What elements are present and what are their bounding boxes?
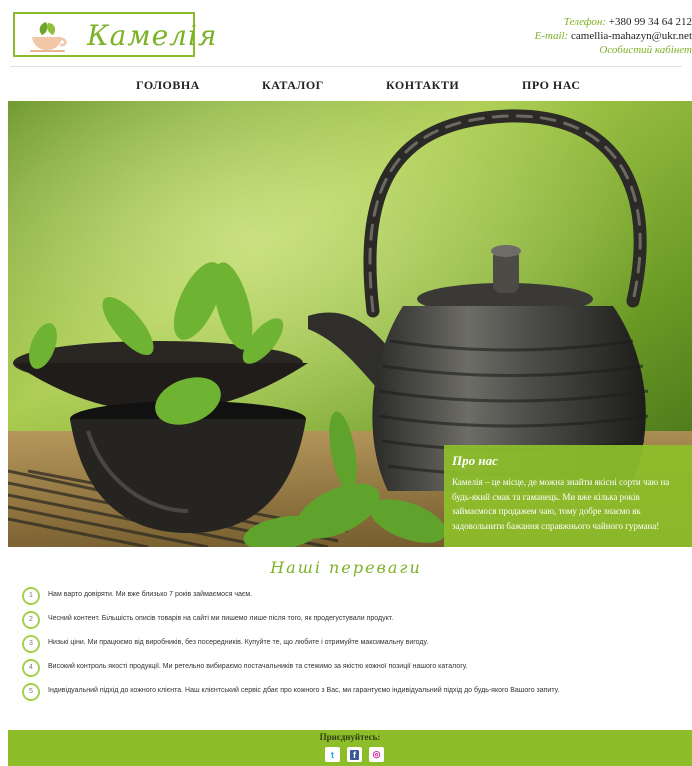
twitter-icon[interactable]: t bbox=[325, 747, 340, 762]
hero-banner: Про нас Камелія – це місце, де можна зна… bbox=[8, 101, 692, 547]
logo-text: Камелія bbox=[87, 19, 218, 52]
advantages-title: Наші переваги bbox=[270, 558, 422, 577]
about-us-title: Про нас bbox=[452, 453, 498, 468]
about-us-text: Камелія – це місце, де можна знайти якіс… bbox=[452, 477, 670, 531]
facebook-glyph: f bbox=[350, 749, 359, 760]
nav-item-catalog[interactable]: КАТАЛОГ bbox=[262, 78, 324, 93]
email-address[interactable]: camellia-mahazyn@ukr.net bbox=[571, 30, 692, 42]
nav-item-contacts[interactable]: КОНТАКТИ bbox=[386, 78, 459, 93]
join-us-label: Приєднуйтесь: bbox=[319, 732, 381, 742]
phone-label: Телефон: bbox=[563, 16, 607, 28]
advantage-item: 4 Високий контроль якості продукції. Ми … bbox=[22, 658, 682, 682]
main-nav: ГОЛОВНА КАТАЛОГ КОНТАКТИ ПРО НАС bbox=[0, 67, 692, 101]
instagram-glyph: ◎ bbox=[372, 749, 381, 759]
advantage-number: 3 bbox=[22, 635, 40, 653]
advantage-number: 4 bbox=[22, 659, 40, 677]
advantage-item: 5 Індивідуальний підхід до кожного клієн… bbox=[22, 682, 682, 706]
nav-item-home[interactable]: ГОЛОВНА bbox=[136, 78, 200, 93]
email-line: E-mail: camellia-mahazyn@ukr.net bbox=[535, 29, 692, 43]
phone-number[interactable]: +380 99 34 64 212 bbox=[609, 16, 692, 28]
advantage-text: Нам варто довіряти. Ми вже близько 7 рок… bbox=[48, 591, 253, 598]
advantage-text: Чесний контент. Більшість описів товарів… bbox=[48, 615, 394, 622]
advantage-text: Індивідуальний підхід до кожного клієнта… bbox=[48, 687, 560, 694]
email-label: E-mail: bbox=[534, 30, 569, 42]
advantage-number: 1 bbox=[22, 587, 40, 605]
advantages-list: 1 Нам варто довіряти. Ми вже близько 7 р… bbox=[22, 586, 682, 706]
advantage-number: 2 bbox=[22, 611, 40, 629]
site-footer: Приєднуйтесь: t f ◎ bbox=[8, 730, 692, 766]
advantage-item: 2 Чесний контент. Більшість описів товар… bbox=[22, 610, 682, 634]
advantage-text: Високий контроль якості продукції. Ми ре… bbox=[48, 663, 468, 670]
facebook-icon[interactable]: f bbox=[347, 747, 362, 762]
advantage-text: Низькі ціни. Ми працюємо від виробників,… bbox=[48, 639, 429, 646]
advantage-number: 5 bbox=[22, 683, 40, 701]
contact-info: Телефон: +380 99 34 64 212 E-mail: camel… bbox=[535, 15, 692, 57]
instagram-icon[interactable]: ◎ bbox=[369, 747, 384, 762]
personal-cabinet-link[interactable]: Особистий кабінет bbox=[599, 44, 692, 56]
nav-item-about[interactable]: ПРО НАС bbox=[522, 78, 581, 93]
tea-cup-logo-icon bbox=[30, 22, 67, 52]
site-header: Камелія Телефон: +380 99 34 64 212 E-mai… bbox=[0, 0, 692, 67]
about-us-panel: Про нас Камелія – це місце, де можна зна… bbox=[444, 445, 692, 547]
advantage-item: 3 Низькі ціни. Ми працюємо від виробникі… bbox=[22, 634, 682, 658]
site-logo[interactable]: Камелія bbox=[13, 12, 216, 57]
advantage-item: 1 Нам варто довіряти. Ми вже близько 7 р… bbox=[22, 586, 682, 610]
twitter-glyph: t bbox=[331, 749, 334, 760]
phone-line: Телефон: +380 99 34 64 212 bbox=[535, 15, 692, 29]
